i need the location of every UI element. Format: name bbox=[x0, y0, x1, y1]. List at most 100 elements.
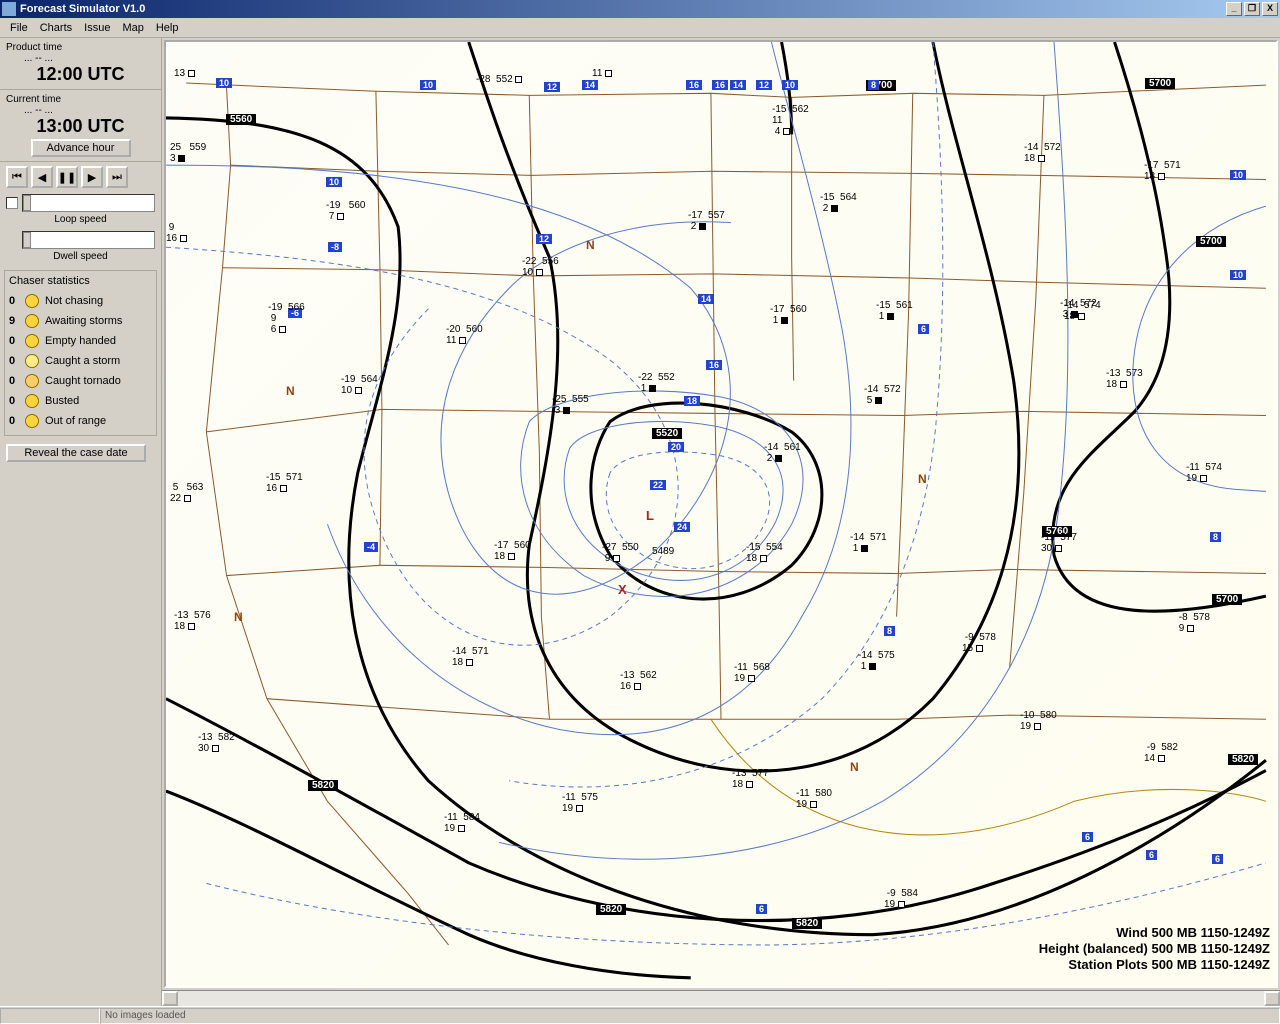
station-plot: -14 57118 bbox=[452, 646, 489, 668]
station-plot: 25 5593 bbox=[170, 142, 206, 164]
isobar-label: 14 bbox=[698, 294, 714, 304]
isobar-label: -8 bbox=[328, 242, 342, 252]
map-info-2: Height (balanced) 500 MB 1150-1249Z bbox=[1039, 941, 1270, 956]
isobar-label: 6 bbox=[1212, 854, 1223, 864]
face-icon bbox=[25, 394, 39, 408]
maximize-button[interactable]: ❐ bbox=[1244, 2, 1260, 16]
isobar-label: 24 bbox=[674, 522, 690, 532]
current-time-dots: ... -- ... bbox=[6, 105, 155, 116]
isobar-label: 10 bbox=[1230, 170, 1246, 180]
isobar-label: 12 bbox=[544, 82, 560, 92]
titlebar[interactable]: Forecast Simulator V1.0 _ ❐ X bbox=[0, 0, 1280, 18]
last-button[interactable]: ⏭ bbox=[106, 166, 128, 188]
menu-file[interactable]: File bbox=[4, 20, 34, 36]
station-plot: -15 56211 4 bbox=[772, 104, 809, 137]
scroll-left-arrow[interactable] bbox=[162, 991, 178, 1006]
isobar-label: 14 bbox=[730, 80, 746, 90]
pause-icon: ❚❚ bbox=[58, 171, 76, 184]
contour-label: 5820 bbox=[792, 918, 822, 929]
station-plot: -9 58214 bbox=[1144, 742, 1178, 764]
stat-label: Caught a storm bbox=[45, 355, 120, 367]
isobar-label: 10 bbox=[216, 78, 232, 88]
face-icon bbox=[25, 414, 39, 428]
station-plot: -14 57418 bbox=[1064, 300, 1101, 322]
isobar-label: -4 bbox=[364, 542, 378, 552]
first-button[interactable]: ⏮ bbox=[6, 166, 28, 188]
loop-speed-slider[interactable] bbox=[22, 194, 155, 212]
warm-advection-mark: N bbox=[586, 238, 595, 252]
stat-count: 0 bbox=[9, 335, 19, 347]
stat-row-0: 0 Not chasing bbox=[9, 291, 152, 311]
last-icon: ⏭ bbox=[112, 171, 122, 184]
loop-checkbox[interactable] bbox=[6, 197, 18, 209]
isobar-label: 16 bbox=[712, 80, 728, 90]
station-plot: -27 550 9 bbox=[602, 542, 639, 564]
isobar-label: 12 bbox=[756, 80, 772, 90]
stat-label: Busted bbox=[45, 395, 79, 407]
reveal-case-button[interactable]: Reveal the case date bbox=[6, 444, 146, 462]
advance-hour-button[interactable]: Advance hour bbox=[31, 139, 131, 157]
station-plot: -15 55418 bbox=[746, 542, 783, 564]
pressure-mark: X bbox=[618, 582, 627, 597]
isobar-label: 14 bbox=[582, 80, 598, 90]
close-button[interactable]: X bbox=[1262, 2, 1278, 16]
isobar-label: 20 bbox=[668, 442, 684, 452]
station-plot: -9 58419 bbox=[884, 888, 918, 910]
prev-button[interactable]: ◀ bbox=[31, 166, 53, 188]
next-button[interactable]: ▶ bbox=[81, 166, 103, 188]
stat-label: Out of range bbox=[45, 415, 106, 427]
station-plot: -25 555 3 bbox=[552, 394, 589, 416]
menu-issue[interactable]: Issue bbox=[78, 20, 116, 36]
main-window: Forecast Simulator V1.0 _ ❐ X File Chart… bbox=[0, 0, 1280, 1024]
station-plot: -11 58019 bbox=[796, 788, 832, 810]
low-value: 5489 bbox=[652, 546, 674, 557]
isobar-label: 12 bbox=[536, 234, 552, 244]
minimize-button[interactable]: _ bbox=[1226, 2, 1242, 16]
station-plot: 916 bbox=[166, 222, 187, 244]
station-plot: -14 571 1 bbox=[850, 532, 887, 554]
product-time-value: 12:00 UTC bbox=[6, 64, 155, 85]
stat-count: 0 bbox=[9, 375, 19, 387]
pause-button[interactable]: ❚❚ bbox=[56, 166, 78, 188]
contour-label: 5820 bbox=[308, 780, 338, 791]
isobar-label: 18 bbox=[684, 396, 700, 406]
stat-row-3: 0 Caught a storm bbox=[9, 351, 152, 371]
contour-label: 5520 bbox=[652, 428, 682, 439]
isobar-label: 6 bbox=[756, 904, 767, 914]
contour-label: 5820 bbox=[596, 904, 626, 915]
menu-help[interactable]: Help bbox=[150, 20, 185, 36]
current-time-label: Current time bbox=[6, 94, 155, 105]
chaser-stats-title: Chaser statistics bbox=[9, 275, 152, 287]
menu-charts[interactable]: Charts bbox=[34, 20, 78, 36]
station-plot: -22 55610 bbox=[522, 256, 559, 278]
station-plot: -14 572 5 bbox=[864, 384, 901, 406]
status-cell-1 bbox=[0, 1008, 100, 1024]
isobar-label: 16 bbox=[706, 360, 722, 370]
prev-icon: ◀ bbox=[38, 171, 46, 184]
map-info-3: Station Plots 500 MB 1150-1249Z bbox=[1068, 957, 1270, 972]
face-icon bbox=[25, 314, 39, 328]
warm-advection-mark: N bbox=[234, 610, 243, 624]
product-time-label: Product time bbox=[6, 42, 155, 53]
scroll-right-arrow[interactable] bbox=[1264, 991, 1280, 1006]
menu-map[interactable]: Map bbox=[116, 20, 149, 36]
station-plot: -13 58230 bbox=[198, 732, 235, 754]
station-plot: -28 552 bbox=[476, 74, 522, 85]
station-plot: -19 566 9 6 bbox=[268, 302, 305, 335]
station-plot: -14 57218 bbox=[1024, 142, 1061, 164]
face-icon bbox=[25, 374, 39, 388]
station-plot: -13 57618 bbox=[174, 610, 211, 632]
isobar-label: 8 bbox=[1210, 532, 1221, 542]
station-plot: -19 56410 bbox=[341, 374, 378, 396]
station-plot: -17 56018 bbox=[494, 540, 531, 562]
station-plot: -22 552 1 bbox=[638, 372, 675, 394]
map-scrollbar-horizontal[interactable] bbox=[162, 990, 1280, 1006]
stat-row-2: 0 Empty handed bbox=[9, 331, 152, 351]
isobar-label: 8 bbox=[868, 80, 879, 90]
map-info-1: Wind 500 MB 1150-1249Z bbox=[1116, 925, 1270, 940]
station-plot: -19 560 7 bbox=[326, 200, 365, 222]
map-canvas[interactable]: 5560570057005700552057605700582058205820… bbox=[164, 40, 1278, 988]
station-plot: -10 58019 bbox=[1020, 710, 1057, 732]
dwell-speed-slider[interactable] bbox=[22, 231, 155, 249]
isobar-label: 8 bbox=[884, 626, 895, 636]
